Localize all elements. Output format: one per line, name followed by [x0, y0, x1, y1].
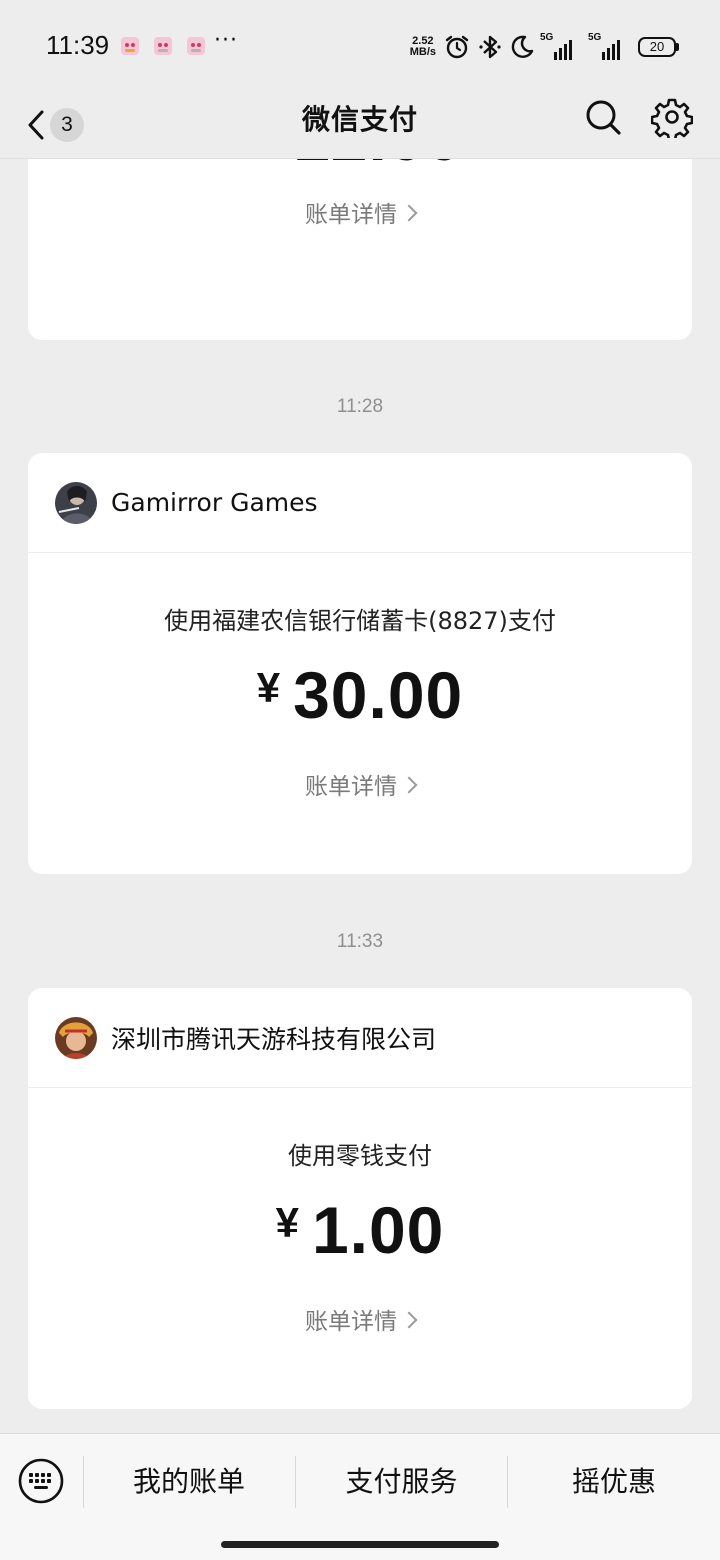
signal-icon: 5G: [588, 32, 630, 60]
chevron-right-icon: [400, 204, 418, 222]
bill-detail-link[interactable]: 账单详情: [28, 195, 692, 229]
status-icons: 2.52 MB/s 5G 5G 20: [409, 30, 679, 64]
more-notifications: ···: [214, 28, 238, 53]
payment-card: 深圳市腾讯天游科技有限公司 使用零钱支付 ¥1.00 账单详情: [28, 988, 692, 1409]
signal-icon: 5G: [540, 32, 582, 60]
message-timestamp: 11:33: [336, 931, 384, 952]
merchant-name: 深圳市腾讯天游科技有限公司: [111, 1024, 437, 1054]
bill-detail-link[interactable]: 账单详情: [28, 1302, 692, 1336]
app-notification-icon: [187, 37, 205, 55]
settings-gear-icon[interactable]: [651, 96, 693, 138]
menu-payment-services[interactable]: 支付服务: [296, 1434, 507, 1530]
search-icon[interactable]: [582, 96, 624, 138]
menu-my-bills[interactable]: 我的账单: [84, 1434, 294, 1530]
payment-amount: ¥30.00: [256, 658, 464, 732]
do-not-disturb-moon-icon: [511, 35, 534, 58]
app-notification-icon: [121, 37, 139, 55]
merchant-avatar: [55, 1016, 97, 1059]
keyboard-icon[interactable]: [18, 1458, 64, 1504]
payment-amount: ¥1.00: [275, 1193, 445, 1267]
payment-card: Gamirror Games 使用福建农信银行储蓄卡(8827)支付 ¥30.0…: [28, 453, 692, 874]
nav-header: 3 微信支付: [0, 92, 720, 159]
home-indicator[interactable]: [221, 1541, 499, 1548]
status-bar: 11:39 ··· 2.52 MB/s 5G 5G 20: [0, 0, 720, 92]
merchant-avatar: [55, 481, 97, 524]
status-time: 11:39: [46, 30, 110, 60]
menu-shake-offers[interactable]: 摇优惠: [508, 1434, 720, 1530]
payment-method: 使用福建农信银行储蓄卡(8827)支付: [164, 607, 556, 635]
payment-method: 使用零钱支付: [288, 1142, 432, 1170]
bill-detail-link[interactable]: 账单详情: [28, 767, 692, 801]
alarm-icon: [445, 35, 469, 59]
chevron-right-icon: [400, 1311, 418, 1329]
payment-amount: ¥12.00: [28, 159, 692, 175]
chevron-right-icon: [400, 776, 418, 794]
bottom-menu-bar: 我的账单 支付服务 摇优惠: [0, 1433, 720, 1560]
merchant-header[interactable]: 深圳市腾讯天游科技有限公司: [28, 988, 692, 1088]
message-list[interactable]: ¥12.00 账单详情 11:28 Gamirror Games 使用福建农信银…: [0, 159, 720, 1433]
payment-card: ¥12.00 账单详情: [28, 159, 692, 340]
network-speed: 2.52 MB/s: [409, 35, 436, 58]
battery-icon: 20: [638, 37, 679, 57]
merchant-header[interactable]: Gamirror Games: [28, 453, 692, 553]
bluetooth-icon: [479, 35, 501, 59]
merchant-name: Gamirror Games: [111, 488, 318, 517]
message-timestamp: 11:28: [336, 396, 384, 417]
app-notification-icon: [154, 37, 172, 55]
